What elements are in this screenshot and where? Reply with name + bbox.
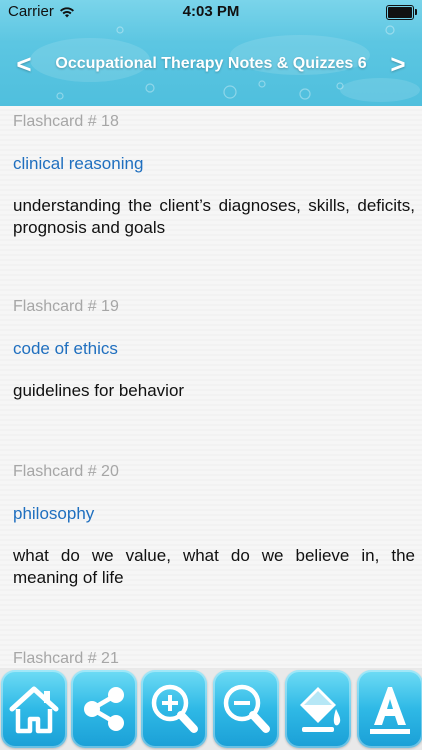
flashcard-definition: understanding the client’s diagnoses, sk… <box>13 196 415 237</box>
home-icon <box>9 686 59 734</box>
flashcard: Flashcard # 21 <box>13 648 415 668</box>
flashcard-term: philosophy <box>13 504 95 523</box>
font-icon <box>370 687 410 734</box>
status-bar: Carrier 4:03 PM <box>0 0 422 24</box>
zoom-out-icon <box>223 684 270 733</box>
flashcard-term: code of ethics <box>13 339 118 358</box>
home-button[interactable] <box>1 670 67 748</box>
page-title: Occupational Therapy Notes & Quizzes 6 <box>55 55 367 72</box>
flashcard: Flashcard # 18 clinical reasoning unders… <box>13 111 415 239</box>
zoom-in-icon <box>151 684 198 733</box>
flashcard-number: Flashcard # 20 <box>13 463 119 480</box>
zoom-in-button[interactable] <box>141 670 207 748</box>
bottom-toolbar <box>0 668 422 750</box>
flashcard-number: Flashcard # 19 <box>13 298 119 315</box>
nav-bar: < Occupational Therapy Notes & Quizzes 6… <box>0 40 422 88</box>
flashcard: Flashcard # 20 philosophy what do we val… <box>13 461 415 589</box>
flashcard-definition: what do we value, what do we believe in,… <box>13 546 415 587</box>
battery-icon <box>386 5 417 20</box>
flashcard-number: Flashcard # 18 <box>13 113 119 130</box>
flashcard: Flashcard # 19 code of ethics guidelines… <box>13 296 415 402</box>
share-button[interactable] <box>71 670 137 748</box>
share-icon <box>84 687 124 731</box>
flashcard-number: Flashcard # 21 <box>13 650 119 667</box>
font-button[interactable] <box>357 670 422 748</box>
flashcard-definition: guidelines for behavior <box>13 381 185 400</box>
status-time: 4:03 PM <box>182 3 240 20</box>
app-header: Carrier 4:03 PM < Occupational Therapy N… <box>0 0 422 106</box>
previous-button[interactable]: < <box>4 40 44 88</box>
flashcard-term: clinical reasoning <box>13 154 144 173</box>
paint-bucket-icon <box>300 687 341 732</box>
zoom-out-button[interactable] <box>213 670 279 748</box>
theme-color-button[interactable] <box>285 670 351 748</box>
flashcard-list[interactable]: Flashcard # 18 clinical reasoning unders… <box>0 106 422 668</box>
next-button[interactable]: > <box>378 40 418 88</box>
